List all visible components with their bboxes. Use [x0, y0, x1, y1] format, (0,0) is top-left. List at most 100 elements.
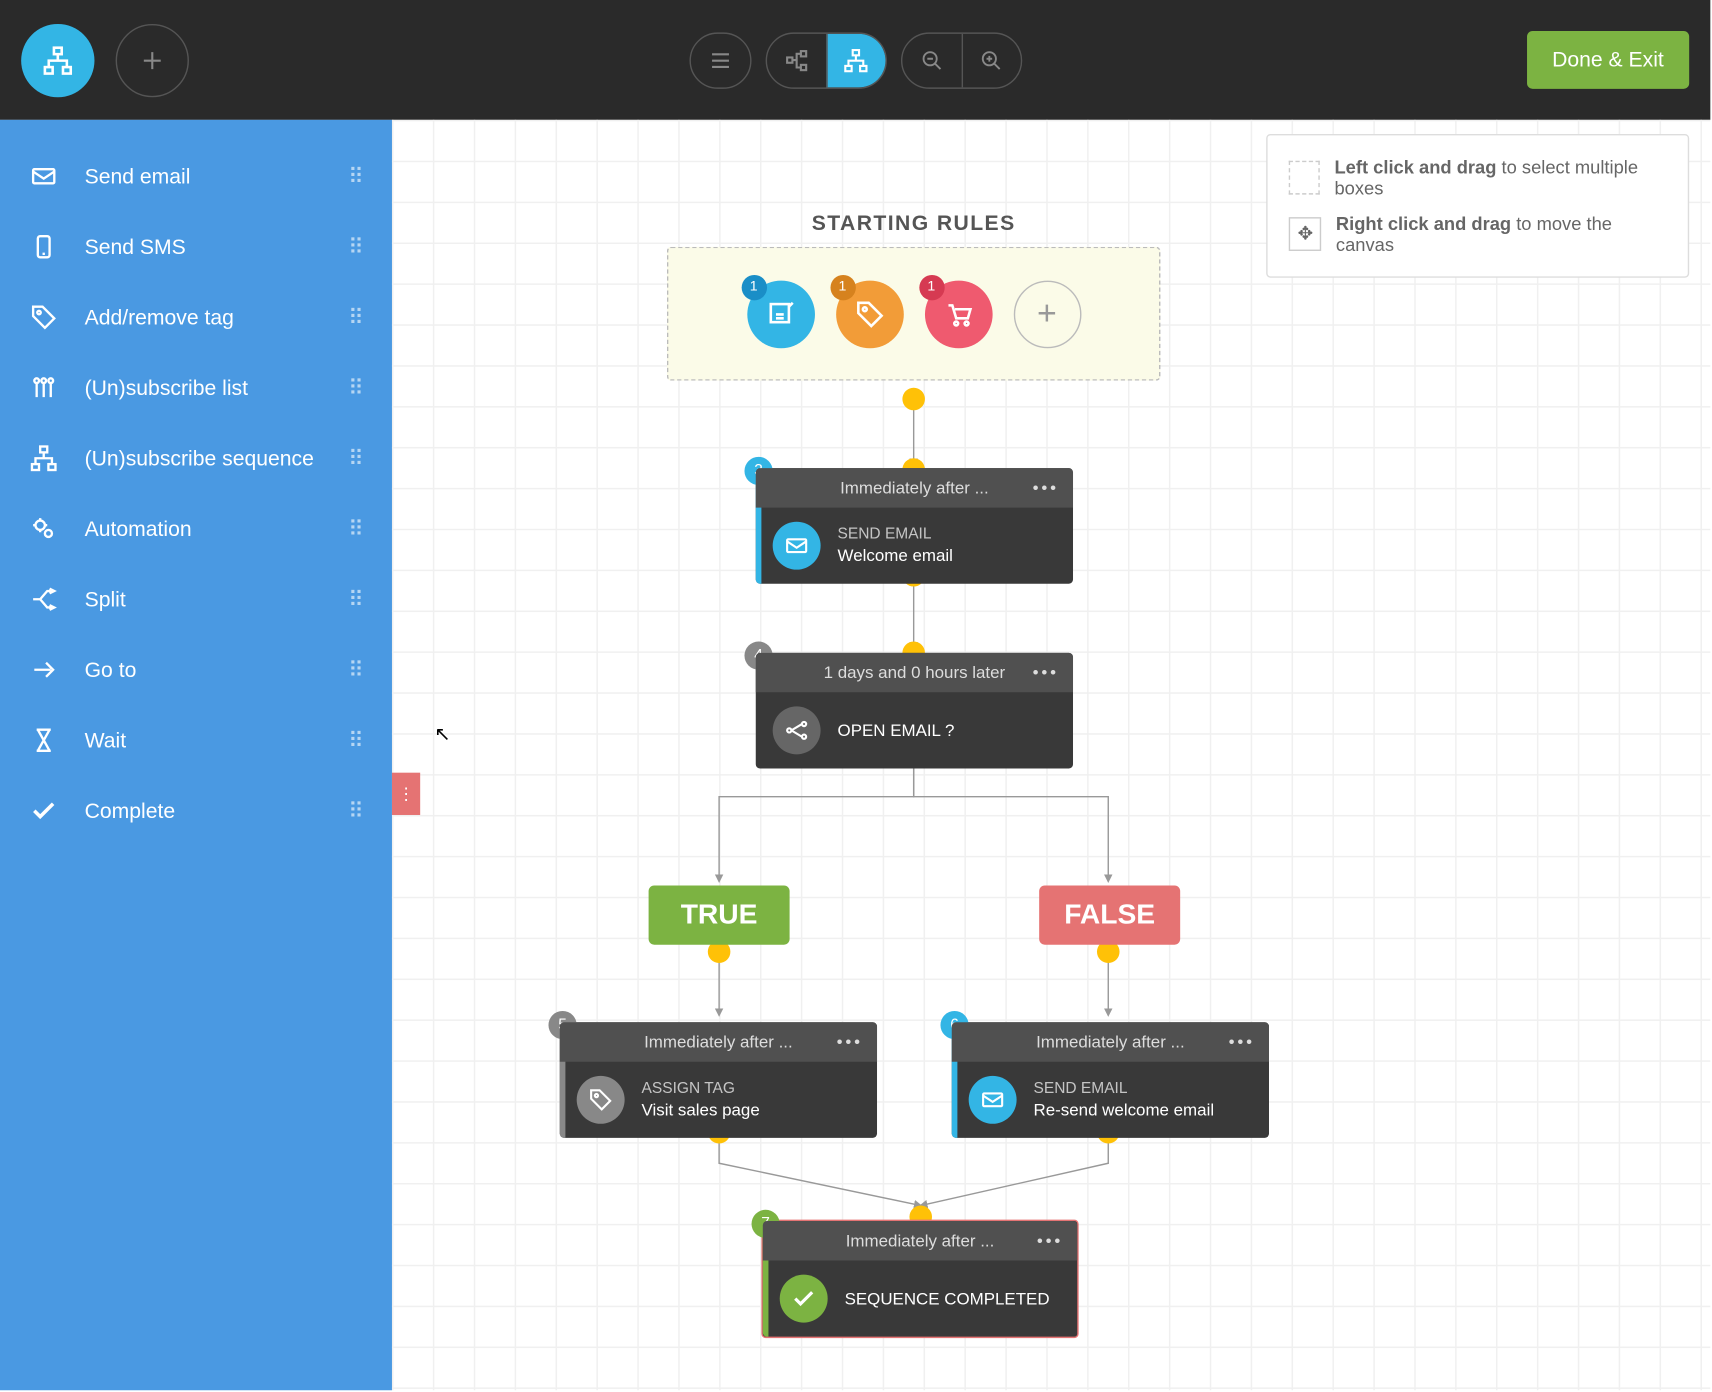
check-icon [780, 1275, 828, 1323]
starting-rules-box[interactable]: 1 1 1 + [667, 247, 1160, 381]
tree-horizontal-button[interactable] [766, 33, 825, 87]
sidebar-item-automation[interactable]: Automation⠿ [0, 494, 392, 565]
node-header: 1 days and 0 hours later ••• [756, 653, 1073, 692]
grip-icon[interactable]: ⠿ [348, 798, 364, 823]
sidebar-item-label: (Un)subscribe sequence [85, 446, 349, 470]
sms-icon [28, 233, 59, 261]
node-header: Immediately after ... ••• [756, 468, 1073, 507]
grip-icon[interactable]: ⠿ [348, 305, 364, 330]
node-split[interactable]: 4 1 days and 0 hours later••• OPEN EMAIL… [756, 653, 1073, 769]
sidebar-item-label: Complete [85, 799, 349, 823]
split-true-label: TRUE [649, 885, 790, 944]
sidebar-item-label: Automation [85, 517, 349, 541]
badge: 1 [741, 274, 766, 299]
node-subtitle: SEND EMAIL [838, 526, 953, 543]
node-send-email[interactable]: 3 Immediately after ...••• SEND EMAILWel… [756, 468, 1073, 584]
node-header: Immediately after ... ••• [952, 1022, 1269, 1061]
sidebar-item-subscribe-sequence[interactable]: (Un)subscribe sequence⠿ [0, 423, 392, 494]
grip-icon[interactable]: ⠿ [348, 728, 364, 753]
node-header: Immediately after ... ••• [763, 1221, 1077, 1260]
starting-rules: STARTING RULES 1 1 1 + [667, 212, 1160, 381]
node-header-text: Immediately after ... [644, 1032, 793, 1052]
hint-box: Left click and drag to select multiple b… [1266, 134, 1689, 278]
zoom-pill [900, 32, 1021, 88]
node-title: Welcome email [838, 546, 953, 566]
sidebar-item-tag[interactable]: Add/remove tag⠿ [0, 282, 392, 353]
node-header-text: Immediately after ... [840, 478, 989, 498]
node-subtitle: ASSIGN TAG [642, 1080, 760, 1097]
badge: 1 [830, 274, 855, 299]
zoom-out-button[interactable] [902, 33, 961, 87]
node-assign-tag[interactable]: 5 Immediately after ...••• ASSIGN TAGVis… [560, 1022, 877, 1138]
node-menu-icon[interactable]: ••• [1037, 1231, 1063, 1251]
email-icon [28, 162, 59, 190]
hint-bold: Left click and drag [1334, 157, 1496, 178]
node-menu-icon[interactable]: ••• [837, 1032, 863, 1052]
split-false-label: FALSE [1039, 885, 1180, 944]
sidebar-item-subscribe-list[interactable]: (Un)subscribe list⠿ [0, 353, 392, 424]
node-complete[interactable]: 7 Immediately after ...••• SEQUENCE COMP… [761, 1220, 1078, 1338]
node-header-text: Immediately after ... [1036, 1032, 1185, 1052]
add-button[interactable] [116, 23, 189, 96]
grip-icon[interactable]: ⠿ [348, 234, 364, 259]
canvas[interactable]: ⋮ ↖ Left click and drag to select multip… [392, 120, 1710, 1390]
rule-add[interactable]: + [1013, 280, 1081, 348]
zoom-in-button[interactable] [961, 33, 1020, 87]
sidebar-item-label: Send SMS [85, 235, 349, 259]
tag-icon [577, 1076, 625, 1124]
node-header-text: Immediately after ... [846, 1231, 995, 1251]
check-icon [28, 797, 59, 825]
node-resend-email[interactable]: 6 Immediately after ...••• SEND EMAILRe-… [952, 1022, 1269, 1138]
node-title: Re-send welcome email [1034, 1100, 1215, 1120]
topbar: Done & Exit [0, 0, 1710, 120]
badge: 1 [919, 274, 944, 299]
list-view-button[interactable] [690, 33, 749, 87]
node-menu-icon[interactable]: ••• [1033, 663, 1059, 683]
sidebar-item-send-sms[interactable]: Send SMS⠿ [0, 212, 392, 283]
grip-icon[interactable]: ⠿ [348, 164, 364, 189]
view-list-pill [689, 32, 751, 88]
select-box-icon [1289, 161, 1321, 195]
done-exit-button[interactable]: Done & Exit [1527, 31, 1689, 89]
panel-toggle[interactable]: ⋮ [392, 773, 420, 815]
sidebar-item-label: Wait [85, 728, 349, 752]
sidebar-item-label: Split [85, 587, 349, 611]
email-icon [969, 1076, 1017, 1124]
node-subtitle: SEND EMAIL [1034, 1080, 1215, 1097]
sidebar: Send email⠿ Send SMS⠿ Add/remove tag⠿ (U… [0, 120, 392, 1390]
list-icon [28, 374, 59, 402]
sidebar-item-wait[interactable]: Wait⠿ [0, 705, 392, 776]
connector-dot[interactable] [902, 388, 925, 411]
node-title: OPEN EMAIL ? [838, 721, 955, 741]
node-header-text: 1 days and 0 hours later [824, 663, 1006, 683]
grip-icon[interactable]: ⠿ [348, 587, 364, 612]
hint-bold: Right click and drag [1336, 213, 1511, 234]
rule-cart[interactable]: 1 [924, 280, 992, 348]
sidebar-item-label: Send email [85, 164, 349, 188]
view-mode-pill [765, 32, 886, 88]
rule-form[interactable]: 1 [747, 280, 815, 348]
sequence-icon [28, 444, 59, 472]
tag-icon [28, 303, 59, 331]
email-icon [773, 522, 821, 570]
sidebar-item-complete[interactable]: Complete⠿ [0, 776, 392, 847]
tree-vertical-button[interactable] [826, 33, 885, 87]
sidebar-item-label: Go to [85, 658, 349, 682]
node-menu-icon[interactable]: ••• [1033, 478, 1059, 498]
grip-icon[interactable]: ⠿ [348, 375, 364, 400]
node-menu-icon[interactable]: ••• [1229, 1032, 1255, 1052]
sidebar-item-goto[interactable]: Go to⠿ [0, 635, 392, 706]
sidebar-item-label: Add/remove tag [85, 305, 349, 329]
grip-icon[interactable]: ⠿ [348, 446, 364, 471]
hourglass-icon [28, 726, 59, 754]
node-title: Visit sales page [642, 1100, 760, 1120]
sidebar-item-send-email[interactable]: Send email⠿ [0, 141, 392, 212]
grip-icon[interactable]: ⠿ [348, 516, 364, 541]
sitemap-button[interactable] [21, 23, 94, 96]
split-icon [28, 585, 59, 613]
cursor-icon: ↖ [434, 722, 451, 746]
node-title: SEQUENCE COMPLETED [845, 1289, 1050, 1309]
sidebar-item-split[interactable]: Split⠿ [0, 564, 392, 635]
grip-icon[interactable]: ⠿ [348, 657, 364, 682]
rule-tag[interactable]: 1 [835, 280, 903, 348]
